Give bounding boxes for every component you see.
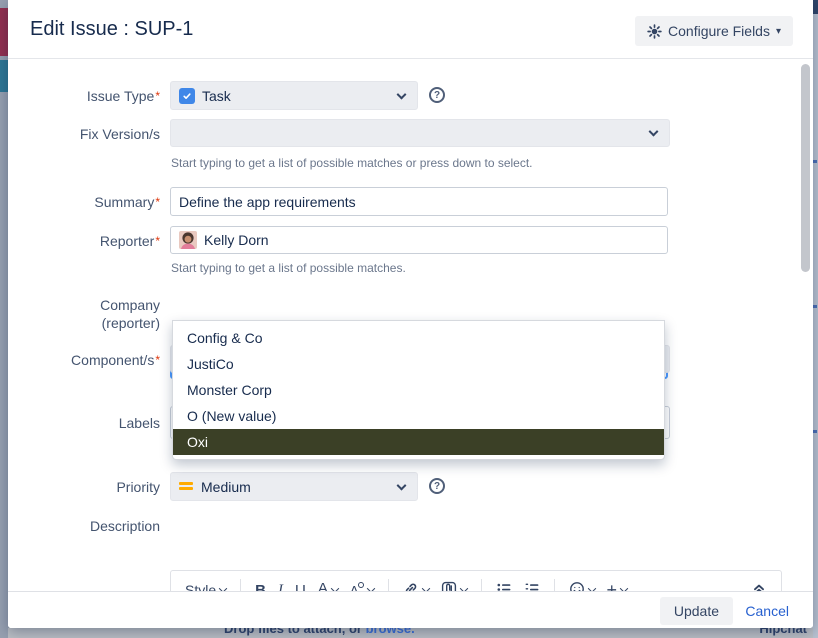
priority-select[interactable]: Medium xyxy=(170,472,418,501)
attachment-button[interactable] xyxy=(437,579,471,592)
configure-fields-label: Configure Fields xyxy=(668,23,770,39)
bullet-list-button[interactable] xyxy=(492,579,516,592)
components-label: Component/s* xyxy=(18,351,160,369)
reporter-avatar xyxy=(179,231,197,249)
priority-help-icon[interactable]: ? xyxy=(429,478,445,494)
reporter-input[interactable]: Kelly Dorn xyxy=(170,226,668,254)
dialog-header: Edit Issue : SUP-1 Configure Fields ▾ xyxy=(8,0,813,59)
text-effects-button[interactable]: A xyxy=(346,581,378,592)
toolbar-divider xyxy=(481,579,482,591)
dialog-scrollbar[interactable] xyxy=(801,64,810,272)
issue-type-value: Task xyxy=(202,88,231,104)
toolbar-divider xyxy=(388,579,389,591)
priority-medium-icon xyxy=(179,481,193,492)
collapse-toolbar-button[interactable] xyxy=(747,579,771,592)
labels-label: Labels xyxy=(18,414,160,432)
fix-versions-select[interactable] xyxy=(170,119,670,147)
required-marker: * xyxy=(155,195,160,209)
priority-label: Priority xyxy=(18,478,160,496)
chevron-down-icon xyxy=(397,480,407,490)
paperclip-icon xyxy=(441,581,457,592)
reporter-label: Reporter* xyxy=(18,232,160,250)
dropdown-option[interactable]: JustiCo xyxy=(173,351,664,377)
company-dropdown-list: Config & Co JustiCo Monster Corp O (New … xyxy=(172,320,665,460)
description-editor: Style B I U A A xyxy=(170,570,782,591)
cancel-link[interactable]: Cancel xyxy=(745,603,789,619)
required-marker: * xyxy=(155,234,160,248)
insert-more-button[interactable]: + xyxy=(603,581,632,591)
task-type-icon xyxy=(179,88,195,104)
summary-input[interactable]: Define the app requirements xyxy=(170,187,668,216)
text-color-button[interactable]: A xyxy=(314,579,342,591)
link-button[interactable] xyxy=(399,579,433,592)
drop-files-label: Drop files to attach, or xyxy=(224,628,362,636)
summary-value: Define the app requirements xyxy=(179,194,356,210)
dropdown-option[interactable]: O (New value) xyxy=(173,403,664,429)
chevron-down-icon xyxy=(366,584,374,591)
background-text-fragment xyxy=(813,305,817,308)
drop-files-text: Drop files to attach, or browse. xyxy=(224,628,415,636)
issue-type-select[interactable]: Task xyxy=(170,81,418,110)
bullet-list-icon xyxy=(496,581,512,592)
style-dropdown[interactable]: Style xyxy=(181,580,230,591)
chevron-down-icon xyxy=(587,584,595,591)
gear-icon xyxy=(647,24,662,39)
edit-issue-dialog: Edit Issue : SUP-1 Configure Fields ▾ Is… xyxy=(8,0,813,628)
dropdown-option-highlighted[interactable]: Oxi xyxy=(173,429,664,455)
reporter-value: Kelly Dorn xyxy=(204,232,269,248)
summary-label: Summary* xyxy=(18,193,160,211)
underline-button[interactable]: U xyxy=(291,580,310,592)
hipchat-fragment: Hipchat xyxy=(759,628,807,636)
reporter-helper-text: Start typing to get a list of possible m… xyxy=(171,261,406,275)
bold-button[interactable]: B xyxy=(251,580,270,592)
dropdown-option[interactable]: Config & Co xyxy=(173,325,664,351)
chevron-down-icon xyxy=(649,127,659,137)
chevron-down-icon xyxy=(421,584,429,591)
editor-toolbar: Style B I U A A xyxy=(171,571,781,591)
double-chevron-up-icon xyxy=(751,581,767,592)
background-page-bottom-strip: Drop files to attach, or browse. Hipchat xyxy=(8,628,813,638)
fix-versions-helper-text: Start typing to get a list of possible m… xyxy=(171,156,533,170)
issue-type-help-icon[interactable]: ? xyxy=(429,87,445,103)
background-page-left-sliver xyxy=(0,0,8,638)
chevron-down-icon xyxy=(219,584,227,591)
caret-down-icon: ▾ xyxy=(776,26,781,37)
chevron-down-icon xyxy=(620,584,628,591)
background-text-fragment xyxy=(813,160,817,163)
numbered-list-button[interactable] xyxy=(520,579,544,592)
company-reporter-label: Company (reporter) xyxy=(18,296,160,332)
dropdown-option[interactable]: Monster Corp xyxy=(173,377,664,403)
required-marker: * xyxy=(155,353,160,367)
background-text-fragment xyxy=(813,430,817,433)
emoji-icon xyxy=(569,581,585,592)
numbered-list-icon xyxy=(524,581,540,592)
emoji-button[interactable] xyxy=(565,579,599,592)
dialog-title: Edit Issue : SUP-1 xyxy=(30,18,193,41)
description-label: Description xyxy=(18,517,160,535)
chevron-down-icon xyxy=(331,584,339,591)
fix-versions-label: Fix Version/s xyxy=(18,125,160,143)
chevron-down-icon xyxy=(459,584,467,591)
link-icon xyxy=(403,581,419,592)
chevron-down-icon xyxy=(397,89,407,99)
issue-type-label: Issue Type* xyxy=(18,87,160,105)
background-logo-fragment xyxy=(0,8,8,56)
dialog-footer: Update Cancel xyxy=(8,591,813,628)
italic-button[interactable]: I xyxy=(274,580,287,592)
priority-value: Medium xyxy=(201,479,251,495)
background-sidebar-fragment xyxy=(0,60,8,92)
required-marker: * xyxy=(155,89,160,103)
browse-link[interactable]: browse. xyxy=(366,628,415,636)
dialog-body: Issue Type* Task ? Fix Version/s Start t… xyxy=(8,60,813,591)
toolbar-divider xyxy=(240,579,241,591)
configure-fields-button[interactable]: Configure Fields ▾ xyxy=(635,16,793,46)
update-button[interactable]: Update xyxy=(660,597,733,625)
toolbar-divider xyxy=(554,579,555,591)
